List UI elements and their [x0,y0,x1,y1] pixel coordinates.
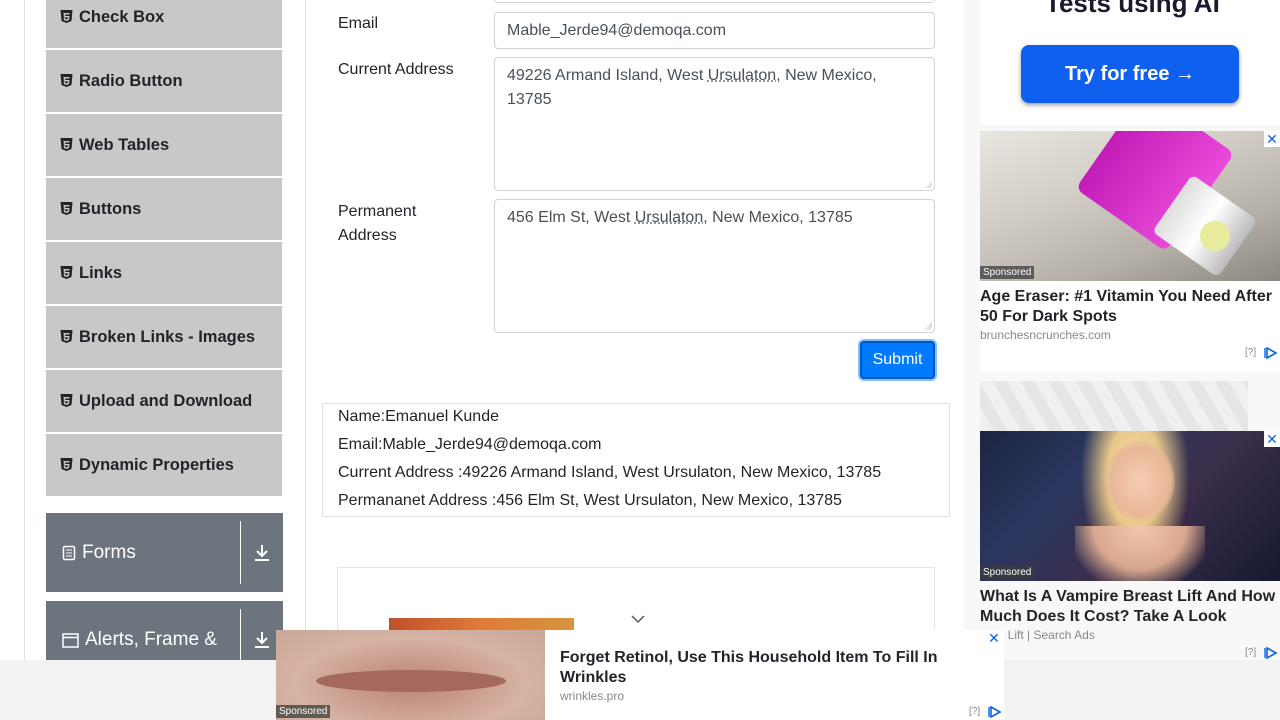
ad-info-link[interactable]: [?] [1245,347,1256,358]
sidebar-item-links[interactable]: Links [46,242,282,304]
sidebar-item-buttons[interactable]: Buttons [46,178,282,240]
sidebar-item-check-box[interactable]: Check Box [46,0,282,48]
ad-info-link[interactable]: [?] [1245,647,1256,658]
html5-icon [60,74,73,87]
ad-title[interactable]: Age Eraser: #1 Vitamin You Need After 50… [980,287,1278,327]
submit-button[interactable]: Submit [860,341,935,379]
current-address-field[interactable]: 49226 Armand Island, West Ursulaton, New… [494,57,935,191]
sponsored-label: Sponsored [980,266,1035,279]
sidebar-item-upload-download[interactable]: Upload and Download [46,370,282,432]
sidebar-item-label: Broken Links - Images [79,327,256,346]
html5-icon [60,330,73,343]
adchoices-icon[interactable] [988,706,1002,718]
spellcheck-word: Ursulaton [634,209,704,226]
sidebar-right-border [305,0,306,660]
close-icon[interactable]: ✕ [986,630,1002,646]
sidebar-item-web-tables[interactable]: Web Tables [46,114,282,176]
ad-title[interactable]: Forget Retinol, Use This Household Item … [560,648,980,688]
close-icon[interactable]: ✕ [1264,131,1280,147]
ad-spacer-pattern [980,381,1248,431]
output-email: Email:Mable_Jerde94@demoqa.com [338,436,602,453]
ad-image-portrait[interactable] [980,431,1280,581]
sidebar-item-dynamic-properties[interactable]: Dynamic Properties [46,434,282,496]
sidebar-item-label: Check Box [79,7,165,26]
sponsored-label: Sponsored [276,705,331,718]
resize-handle[interactable] [925,323,932,330]
html5-icon [60,266,73,279]
adchoices-icon[interactable] [1264,347,1278,359]
sidebar-item-label: Dynamic Properties [79,455,234,474]
group-label: Forms [46,542,240,564]
spellcheck-word: Ursulaton [707,67,777,84]
sidebar-item-broken-links[interactable]: Broken Links - Images [46,306,282,368]
ad-title[interactable]: What Is A Vampire Breast Lift And How Mu… [980,587,1280,627]
permanent-address-field[interactable]: 456 Elm St, West Ursulaton, New Mexico, … [494,199,935,333]
sidebar-left-border [24,0,25,660]
resize-handle[interactable] [925,181,932,188]
permanent-address-label: Permanent Address [338,203,417,244]
close-icon[interactable]: ✕ [1264,431,1280,447]
cta-headline: Tests using AI [1045,0,1220,18]
sidebar-item-radio-button[interactable]: Radio Button [46,50,282,112]
chevron-down-icon[interactable] [630,614,646,624]
html5-icon [60,394,73,407]
window-icon [62,632,79,648]
output-name: Name:Emanuel Kunde [338,408,499,425]
adchoices-icon[interactable] [1264,647,1278,659]
document-icon [62,545,76,560]
ad-source[interactable]: wrinkles.pro [560,689,624,703]
group-label: Alerts, Frame & [46,601,240,651]
sidebar-group-forms[interactable]: Forms [46,513,283,592]
ad-source[interactable]: brunchesncrunches.com [980,328,1111,342]
html5-icon [60,458,73,471]
sponsored-label: Sponsored [980,566,1035,579]
email-label: Email [338,15,379,32]
sidebar-item-label: Upload and Download [79,391,253,410]
group-title: Alerts, Frame & [85,629,217,650]
name-field-bottom-edge[interactable] [494,0,935,3]
output-current-address: Current Address :49226 Armand Island, We… [338,464,882,481]
output-permanent-address: Permananet Address :456 Elm St, West Urs… [338,492,842,509]
html5-icon [60,202,73,215]
permanent-address-text: 456 Elm St, West [507,209,635,226]
current-address-text: 49226 Armand Island, West [507,67,708,84]
sidebar-item-label: Buttons [79,199,142,218]
email-field[interactable]: Mable_Jerde94@demoqa.com [494,12,935,49]
sidebar-item-label: Radio Button [79,71,183,90]
html5-icon [60,10,73,23]
sidebar-item-label: Web Tables [79,135,170,154]
html5-icon [60,138,73,151]
download-icon[interactable] [241,544,283,562]
permanent-address-text: , New Mexico, 13785 [703,209,853,226]
group-title: Forms [82,541,136,563]
ad-image-tube[interactable] [980,131,1280,281]
ad-info-link[interactable]: [?] [969,706,980,717]
try-for-free-button[interactable]: Try for free → [1021,45,1239,103]
current-address-label: Current Address [338,61,454,78]
sidebar-item-label: Links [79,263,123,282]
ad-source[interactable]: st Lift | Search Ads [995,628,1095,642]
